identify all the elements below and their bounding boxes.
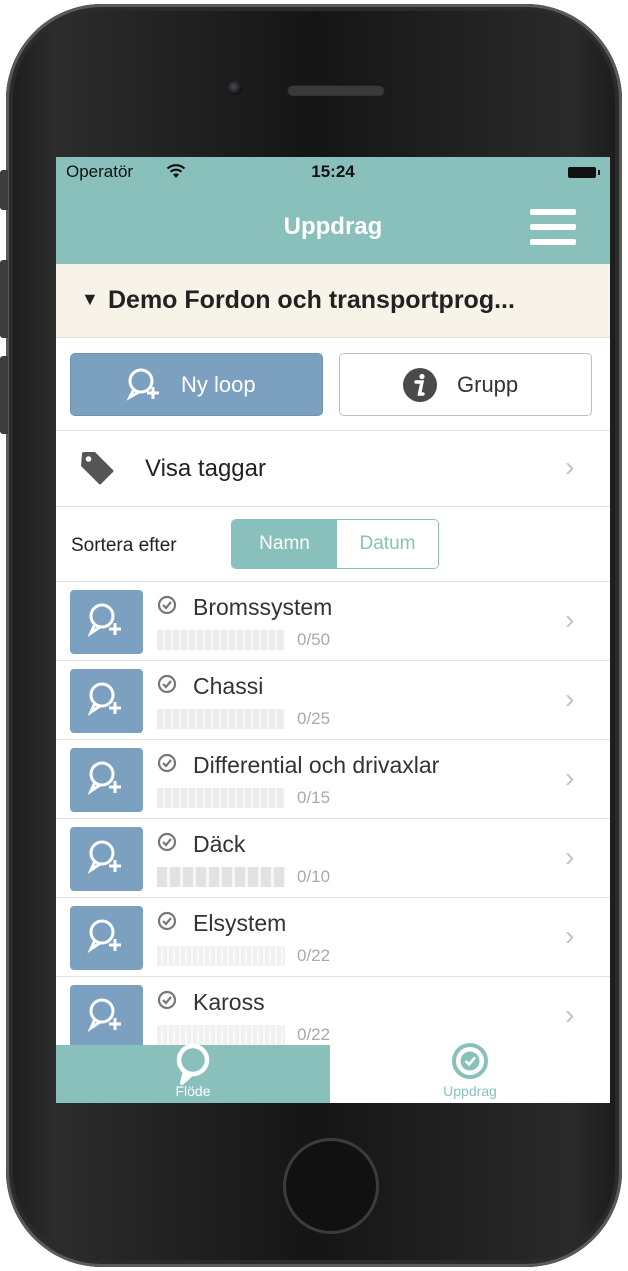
group-info-button[interactable]: Grupp bbox=[339, 353, 592, 416]
nav-bar: Uppdrag bbox=[56, 187, 610, 264]
progress-bar bbox=[157, 630, 285, 650]
sort-by-date[interactable]: Datum bbox=[337, 520, 438, 568]
progress-bar bbox=[157, 1025, 285, 1045]
item-count: 0/22 bbox=[297, 946, 331, 965]
group-label: Grupp bbox=[457, 372, 519, 397]
divider bbox=[56, 506, 610, 507]
sort-by-name[interactable]: Namn bbox=[232, 520, 337, 568]
chevron-right-icon: › bbox=[565, 999, 575, 1030]
assignment-check-icon bbox=[157, 911, 177, 931]
chevron-right-icon: › bbox=[565, 451, 575, 482]
item-count: 0/25 bbox=[297, 709, 331, 728]
list-item[interactable]: Däck 0/10 › bbox=[56, 819, 610, 898]
status-bar: Operatör 15:24 bbox=[56, 157, 610, 187]
loop-plus-icon bbox=[87, 603, 121, 638]
item-title: Bromssystem bbox=[193, 594, 333, 620]
new-loop-icon-button[interactable] bbox=[70, 985, 143, 1049]
item-count: 0/50 bbox=[297, 630, 331, 649]
battery-icon bbox=[568, 167, 600, 178]
chevron-right-icon: › bbox=[565, 604, 575, 635]
list-item[interactable]: Elsystem 0/22 › bbox=[56, 898, 610, 977]
tab-assignments-label: Uppdrag bbox=[443, 1083, 497, 1099]
tab-feed[interactable]: Flöde bbox=[56, 1043, 330, 1103]
loop-plus-icon bbox=[87, 998, 121, 1033]
item-count: 0/22 bbox=[297, 1025, 331, 1044]
caret-down-icon: ▼ bbox=[81, 289, 99, 309]
list-item[interactable]: Differential och drivaxlar 0/15 › bbox=[56, 740, 610, 819]
item-count: 0/15 bbox=[297, 788, 331, 807]
mute-switch bbox=[0, 170, 8, 210]
info-icon bbox=[403, 368, 437, 402]
loop-plus-icon bbox=[87, 682, 121, 717]
list-item[interactable]: Bromssystem 0/50 › bbox=[56, 582, 610, 661]
assignment-check-icon bbox=[157, 674, 177, 694]
chevron-right-icon: › bbox=[565, 683, 575, 714]
item-title: Kaross bbox=[193, 989, 265, 1015]
tab-bar: Flöde Uppdrag bbox=[56, 1043, 610, 1103]
tab-assignments[interactable]: Uppdrag bbox=[330, 1043, 610, 1103]
new-loop-icon-button[interactable] bbox=[70, 906, 143, 970]
chevron-right-icon: › bbox=[565, 920, 575, 951]
tag-icon bbox=[81, 452, 114, 485]
home-button[interactable] bbox=[283, 1138, 379, 1234]
new-loop-icon-button[interactable] bbox=[70, 748, 143, 812]
show-tags-label: Visa taggar bbox=[145, 455, 266, 482]
screen: Operatör 15:24 Uppdrag ▼ Demo Fordon och… bbox=[56, 157, 610, 1103]
loop-plus-icon bbox=[87, 761, 121, 796]
earpiece-speaker bbox=[287, 84, 385, 96]
item-title: Elsystem bbox=[193, 910, 287, 936]
item-title: Differential och drivaxlar bbox=[193, 752, 440, 778]
assignment-check-icon bbox=[157, 832, 177, 852]
hamburger-menu-icon[interactable] bbox=[530, 209, 576, 245]
item-title: Chassi bbox=[193, 673, 264, 699]
progress-bar bbox=[157, 946, 285, 966]
progress-bar bbox=[157, 788, 285, 808]
tab-feed-label: Flöde bbox=[175, 1083, 211, 1099]
show-tags-row[interactable]: Visa taggar › bbox=[56, 430, 610, 506]
front-camera bbox=[228, 81, 242, 95]
chevron-right-icon: › bbox=[565, 841, 575, 872]
progress-bar bbox=[157, 867, 285, 887]
progress-bar bbox=[157, 709, 285, 729]
sort-segmented-control: Namn Datum bbox=[231, 519, 439, 569]
item-count: 0/10 bbox=[297, 867, 331, 886]
new-loop-label: Ny loop bbox=[181, 372, 256, 397]
speech-bubble-icon bbox=[176, 1043, 210, 1085]
group-title: Demo Fordon och transportprog... bbox=[108, 286, 515, 314]
sort-label: Sortera efter bbox=[71, 535, 177, 556]
status-time: 15:24 bbox=[311, 162, 355, 181]
new-loop-icon-button[interactable] bbox=[70, 590, 143, 654]
loop-plus-icon bbox=[87, 840, 121, 875]
check-circle-icon bbox=[452, 1043, 488, 1079]
loop-plus-icon bbox=[126, 368, 159, 401]
group-selector[interactable]: ▼ Demo Fordon och transportprog... bbox=[56, 264, 610, 338]
assignment-check-icon bbox=[157, 990, 177, 1010]
volume-up-button bbox=[0, 260, 8, 338]
list-item[interactable]: Chassi 0/25 › bbox=[56, 661, 610, 740]
item-title: Däck bbox=[193, 831, 246, 857]
new-loop-icon-button[interactable] bbox=[70, 669, 143, 733]
assignment-check-icon bbox=[157, 753, 177, 773]
chevron-right-icon: › bbox=[565, 762, 575, 793]
page-title: Uppdrag bbox=[283, 213, 383, 240]
new-loop-icon-button[interactable] bbox=[70, 827, 143, 891]
volume-down-button bbox=[0, 356, 8, 434]
new-loop-button[interactable]: Ny loop bbox=[70, 353, 323, 416]
assignment-check-icon bbox=[157, 595, 177, 615]
loop-plus-icon bbox=[87, 919, 121, 954]
